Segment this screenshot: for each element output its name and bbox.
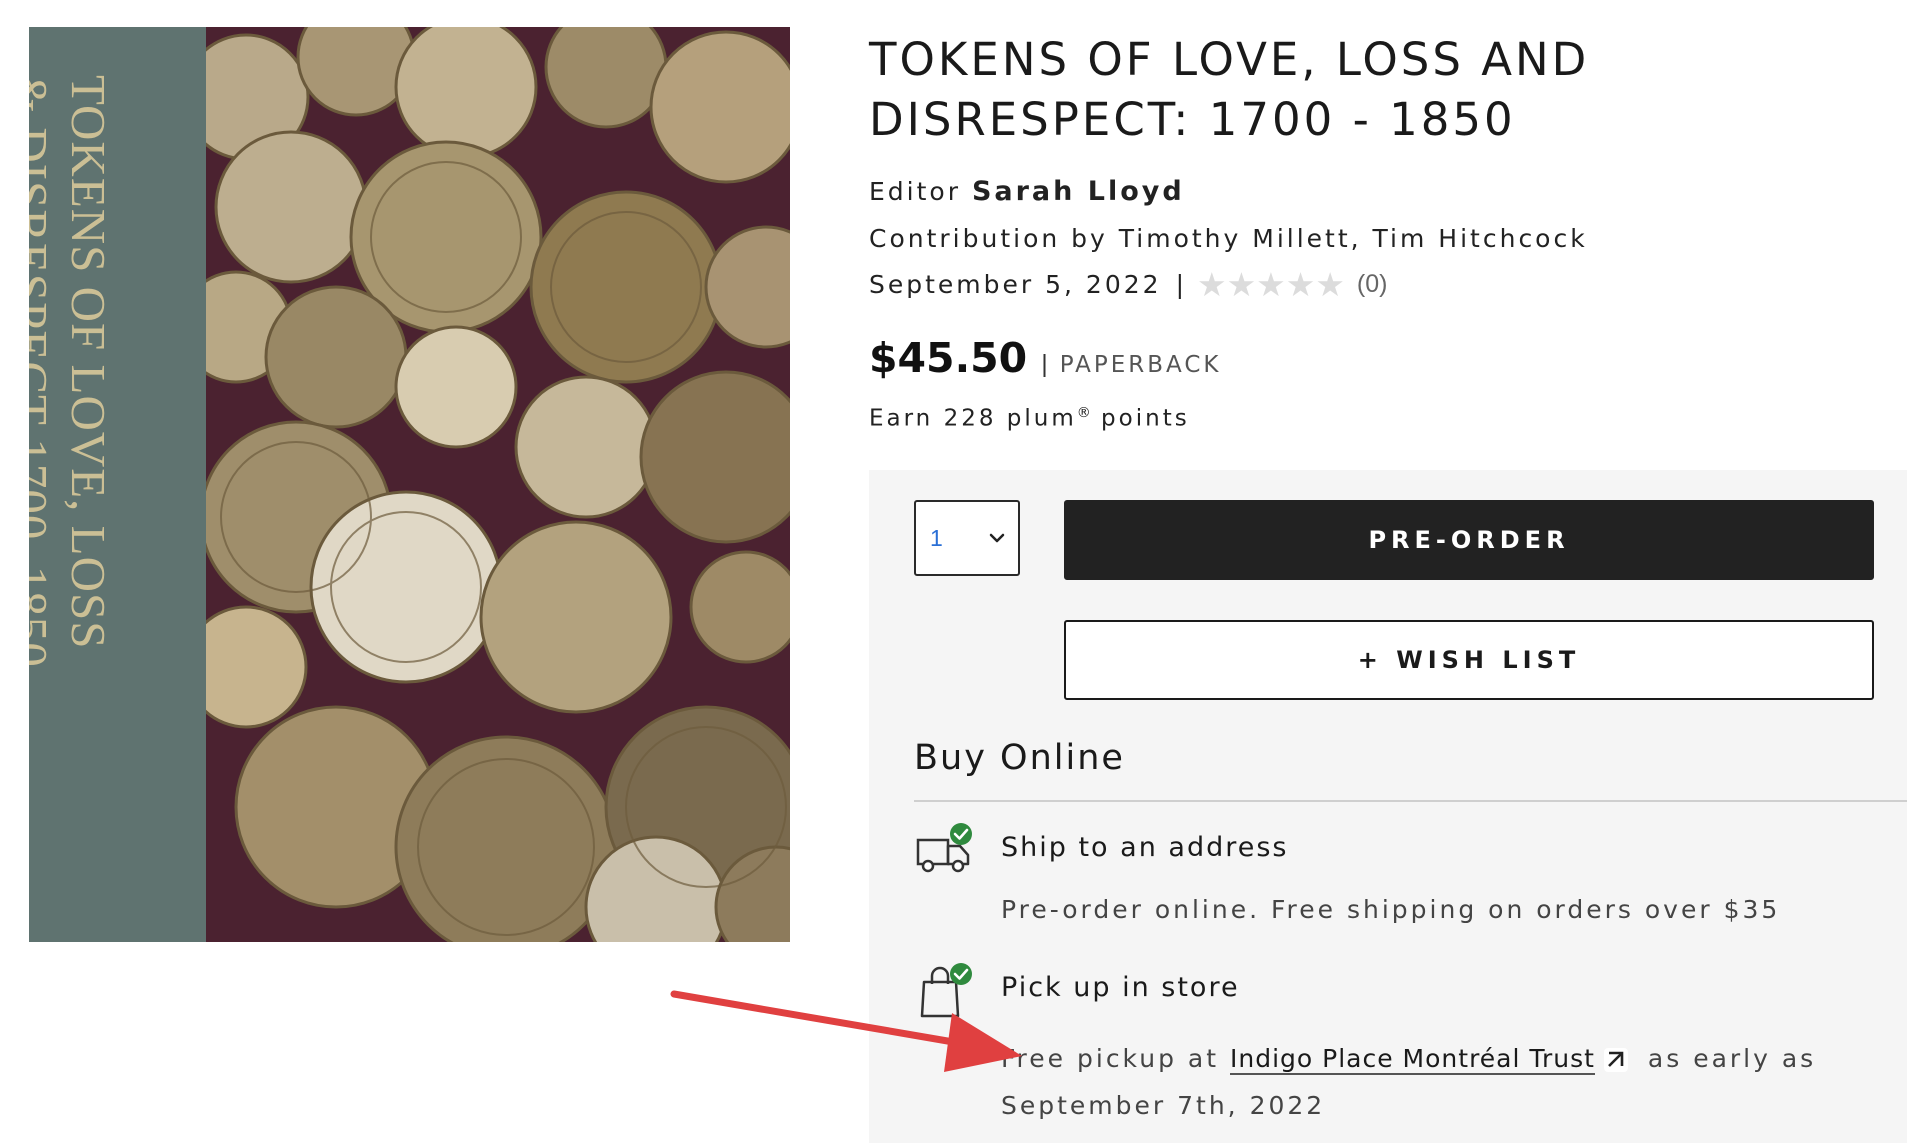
pickup-desc-prefix: Free pickup at bbox=[1001, 1044, 1230, 1073]
section-divider bbox=[914, 800, 1907, 802]
registered-mark: ® bbox=[1076, 405, 1091, 421]
pickup-option-title[interactable]: Pick up in store bbox=[1001, 972, 1240, 1003]
annotation-arrow-icon bbox=[670, 990, 1022, 1072]
check-badge-icon bbox=[950, 823, 972, 845]
pickup-option-desc: Free pickup at Indigo Place Montréal Tru… bbox=[1001, 1035, 1881, 1129]
date-separator: | bbox=[1175, 270, 1187, 299]
book-cover-image[interactable]: TOKENS OF LOVE, LOSS & DISRESPECT 1700–1… bbox=[29, 27, 790, 942]
date-rating-line: September 5, 2022 | ★★★★★ (0) bbox=[869, 265, 1387, 304]
ship-option-title[interactable]: Ship to an address bbox=[1001, 832, 1288, 863]
store-link[interactable]: Indigo Place Montréal Trust bbox=[1230, 1044, 1595, 1075]
plum-points: Earn 228 plum® points bbox=[869, 405, 1190, 432]
editor-line: Editor Sarah Lloyd bbox=[869, 176, 1185, 207]
review-count-link[interactable]: (0) bbox=[1357, 270, 1388, 299]
cover-spine-title: TOKENS OF LOVE, LOSS & DISRESPECT 1700–1… bbox=[29, 75, 116, 668]
pre-order-button[interactable]: PRE-ORDER bbox=[1064, 500, 1874, 580]
coins-artwork bbox=[206, 27, 790, 942]
chevron-down-icon bbox=[989, 533, 1005, 543]
external-link-icon[interactable] bbox=[1603, 1047, 1629, 1073]
price-row: $45.50 | PAPERBACK bbox=[869, 334, 1221, 382]
quantity-select[interactable]: 1 bbox=[914, 500, 1020, 576]
price: $45.50 bbox=[869, 334, 1028, 382]
product-title: TOKENS OF LOVE, LOSS AND DISRESPECT: 170… bbox=[869, 33, 1590, 146]
wish-list-button[interactable]: + WISH LIST bbox=[1064, 620, 1874, 700]
plum-points-suffix: points bbox=[1090, 405, 1190, 432]
quantity-value: 1 bbox=[930, 524, 943, 551]
contribution-line: Contribution by Timothy Millett, Tim Hit… bbox=[869, 224, 1588, 253]
truck-icon bbox=[916, 823, 972, 873]
format-label: PAPERBACK bbox=[1059, 352, 1222, 378]
buy-online-heading: Buy Online bbox=[914, 738, 1125, 778]
editor-name-link[interactable]: Sarah Lloyd bbox=[972, 176, 1185, 207]
editor-label: Editor bbox=[869, 177, 961, 206]
rating-stars[interactable]: ★★★★★ bbox=[1197, 265, 1345, 304]
cover-spine: TOKENS OF LOVE, LOSS & DISRESPECT 1700–1… bbox=[29, 27, 206, 942]
price-separator: | bbox=[1041, 350, 1048, 378]
plum-points-prefix: Earn 228 plum bbox=[869, 405, 1077, 432]
ship-option-desc: Pre-order online. Free shipping on order… bbox=[1001, 895, 1781, 924]
publication-date: September 5, 2022 bbox=[869, 270, 1162, 299]
